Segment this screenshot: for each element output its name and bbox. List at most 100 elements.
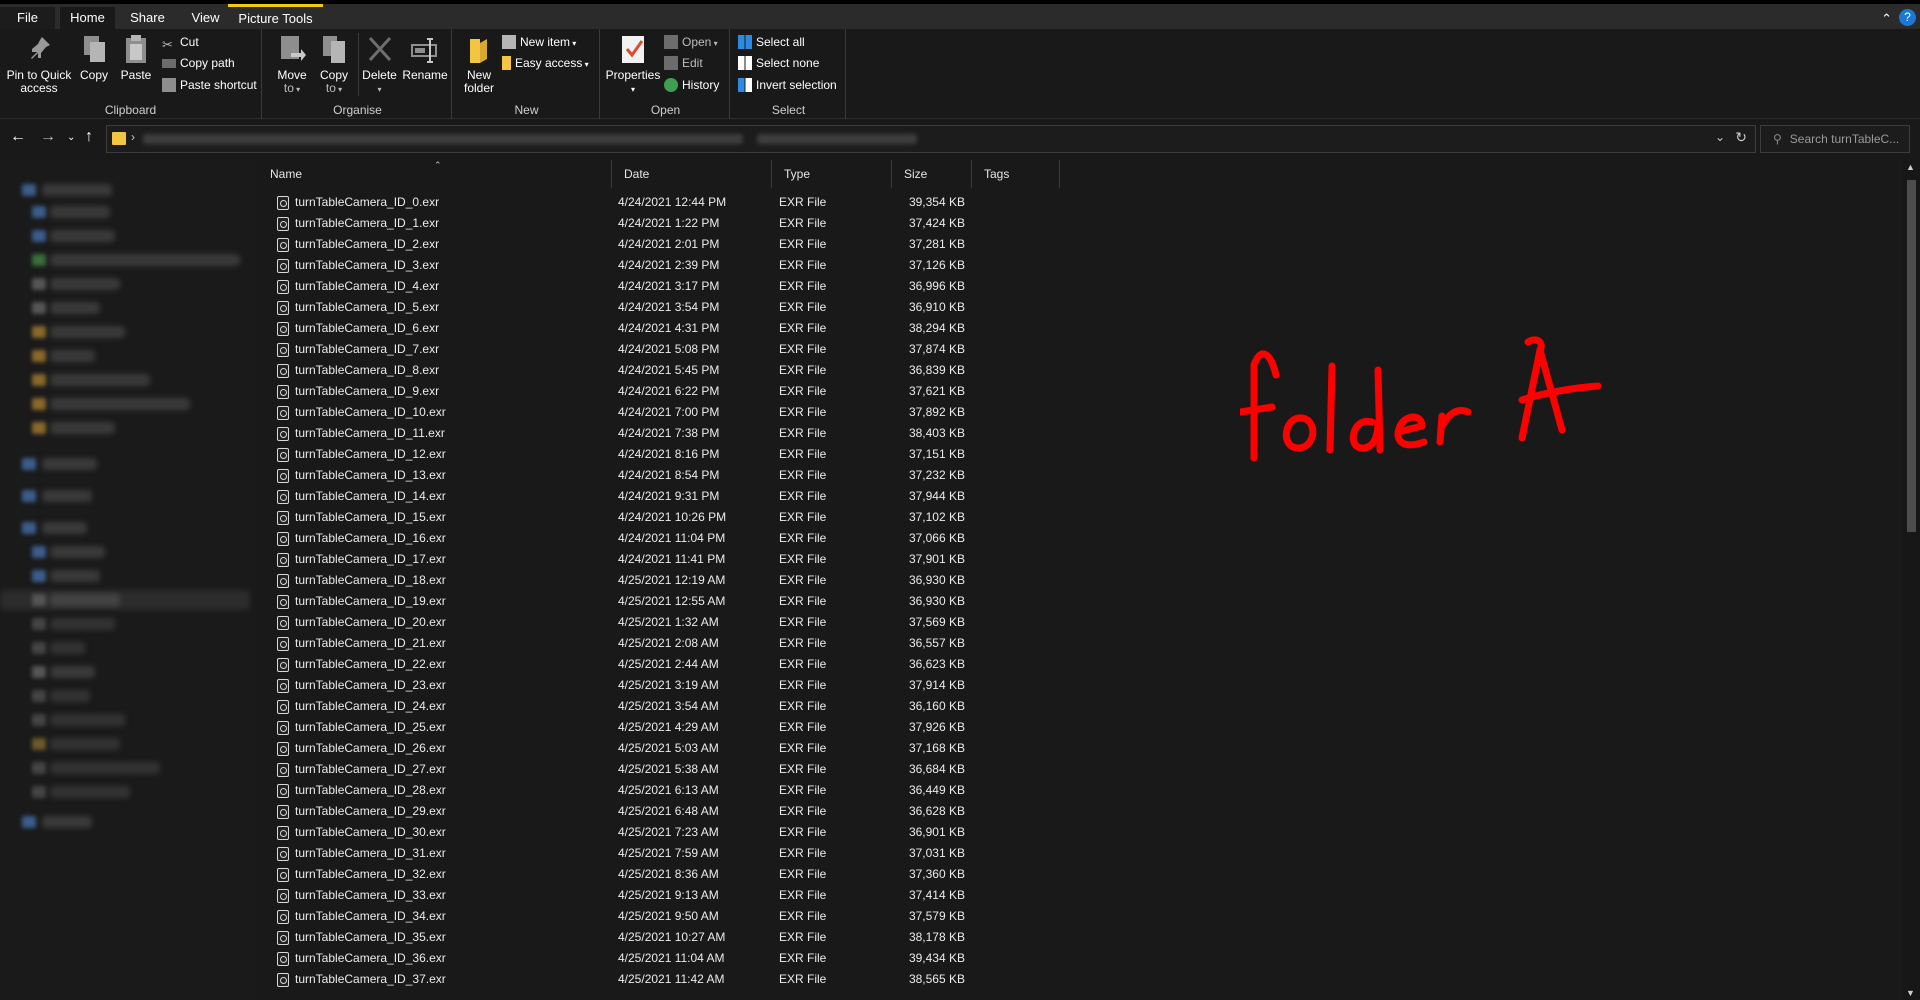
file-row[interactable]: turnTableCamera_ID_28.exr 4/25/2021 6:13 … — [258, 780, 1903, 801]
easy-access-button[interactable]: Easy access ▾ — [502, 54, 589, 72]
file-row[interactable]: turnTableCamera_ID_14.exr 4/24/2021 9:31 … — [258, 486, 1903, 507]
nav-item-obscured[interactable] — [50, 326, 125, 338]
copy-button[interactable]: Copy — [76, 33, 112, 82]
nav-item-obscured[interactable] — [42, 184, 112, 196]
file-row[interactable]: turnTableCamera_ID_22.exr 4/25/2021 2:44 … — [258, 654, 1903, 675]
nav-item-obscured[interactable] — [50, 666, 95, 678]
scroll-down-arrow-icon[interactable]: ▼ — [1906, 988, 1915, 998]
nav-item-obscured[interactable] — [50, 374, 150, 386]
file-row[interactable]: turnTableCamera_ID_19.exr 4/25/2021 12:55… — [258, 591, 1903, 612]
file-row[interactable]: turnTableCamera_ID_17.exr 4/24/2021 11:41… — [258, 549, 1903, 570]
file-row[interactable]: turnTableCamera_ID_7.exr 4/24/2021 5:08 P… — [258, 339, 1903, 360]
file-row[interactable]: turnTableCamera_ID_13.exr 4/24/2021 8:54 … — [258, 465, 1903, 486]
file-row[interactable]: turnTableCamera_ID_37.exr 4/25/2021 11:42… — [258, 969, 1903, 990]
nav-item-obscured[interactable] — [50, 254, 240, 266]
nav-item-obscured[interactable] — [50, 278, 120, 290]
vertical-scrollbar[interactable]: ▲ ▼ — [1903, 160, 1920, 1000]
file-row[interactable]: turnTableCamera_ID_5.exr 4/24/2021 3:54 P… — [258, 297, 1903, 318]
column-header-size[interactable]: Size — [892, 160, 972, 188]
file-row[interactable]: turnTableCamera_ID_32.exr 4/25/2021 8:36 … — [258, 864, 1903, 885]
address-dropdown-chevron-icon[interactable]: ⌄ — [1715, 130, 1725, 144]
nav-item-obscured[interactable] — [42, 490, 92, 502]
file-row[interactable]: turnTableCamera_ID_27.exr 4/25/2021 5:38 … — [258, 759, 1903, 780]
select-all-button[interactable]: Select all — [738, 33, 805, 51]
nav-item-obscured[interactable] — [50, 422, 115, 434]
tab-view[interactable]: View — [178, 7, 233, 29]
refresh-icon[interactable]: ↻ — [1735, 129, 1747, 146]
file-row[interactable]: turnTableCamera_ID_23.exr 4/25/2021 3:19 … — [258, 675, 1903, 696]
nav-item-obscured[interactable] — [50, 350, 95, 362]
new-item-button[interactable]: New item ▾ — [502, 33, 576, 51]
nav-item-obscured[interactable] — [50, 230, 115, 242]
nav-item-obscured[interactable] — [50, 546, 105, 558]
back-arrow-icon[interactable]: ← — [10, 128, 26, 146]
up-arrow-icon[interactable]: ↑ — [85, 128, 93, 146]
file-row[interactable]: turnTableCamera_ID_31.exr 4/25/2021 7:59 … — [258, 843, 1903, 864]
nav-item-obscured[interactable] — [50, 714, 125, 726]
scrollbar-thumb[interactable] — [1907, 180, 1916, 532]
nav-item-obscured[interactable] — [50, 594, 120, 606]
nav-item-obscured[interactable] — [50, 690, 90, 702]
tab-picture-tools[interactable]: Picture Tools — [228, 4, 323, 30]
paste-button[interactable]: Paste — [116, 33, 156, 82]
file-row[interactable]: turnTableCamera_ID_36.exr 4/25/2021 11:04… — [258, 948, 1903, 969]
pin-to-quick-access-button[interactable]: Pin to Quick access — [6, 33, 72, 95]
scroll-up-arrow-icon[interactable]: ▲ — [1906, 162, 1915, 172]
column-header-type[interactable]: Type — [772, 160, 892, 188]
invert-selection-button[interactable]: Invert selection — [738, 76, 837, 94]
file-row[interactable]: turnTableCamera_ID_11.exr 4/24/2021 7:38 … — [258, 423, 1903, 444]
file-row[interactable]: turnTableCamera_ID_20.exr 4/25/2021 1:32 … — [258, 612, 1903, 633]
file-row[interactable]: turnTableCamera_ID_1.exr 4/24/2021 1:22 P… — [258, 213, 1903, 234]
tab-file[interactable]: File — [0, 7, 55, 29]
file-row[interactable]: turnTableCamera_ID_0.exr 4/24/2021 12:44 … — [258, 192, 1903, 213]
nav-item-obscured[interactable] — [50, 618, 115, 630]
edit-button[interactable]: Edit — [664, 54, 703, 72]
tab-share[interactable]: Share — [120, 7, 175, 29]
file-row[interactable]: turnTableCamera_ID_2.exr 4/24/2021 2:01 P… — [258, 234, 1903, 255]
nav-item-obscured[interactable] — [50, 398, 190, 410]
file-row[interactable]: turnTableCamera_ID_15.exr 4/24/2021 10:26… — [258, 507, 1903, 528]
cut-button[interactable]: ✂ Cut — [162, 33, 199, 52]
file-row[interactable]: turnTableCamera_ID_30.exr 4/25/2021 7:23 … — [258, 822, 1903, 843]
file-row[interactable]: turnTableCamera_ID_8.exr 4/24/2021 5:45 P… — [258, 360, 1903, 381]
file-row[interactable]: turnTableCamera_ID_16.exr 4/24/2021 11:04… — [258, 528, 1903, 549]
nav-item-obscured[interactable] — [42, 816, 92, 828]
file-row[interactable]: turnTableCamera_ID_3.exr 4/24/2021 2:39 P… — [258, 255, 1903, 276]
file-row[interactable]: turnTableCamera_ID_12.exr 4/24/2021 8:16 … — [258, 444, 1903, 465]
move-to-button[interactable]: Move to ▾ — [272, 33, 312, 96]
properties-button[interactable]: Properties ▾ — [604, 33, 662, 96]
file-row[interactable]: turnTableCamera_ID_29.exr 4/25/2021 6:48 … — [258, 801, 1903, 822]
history-button[interactable]: History — [664, 76, 719, 94]
collapse-ribbon-icon[interactable]: ⌃ — [1881, 11, 1892, 27]
paste-shortcut-button[interactable]: Paste shortcut — [162, 76, 257, 94]
help-icon[interactable]: ? — [1899, 9, 1916, 26]
file-row[interactable]: turnTableCamera_ID_33.exr 4/25/2021 9:13 … — [258, 885, 1903, 906]
nav-item-obscured[interactable] — [42, 522, 87, 534]
nav-item-obscured[interactable] — [50, 642, 85, 654]
nav-item-obscured[interactable] — [50, 570, 100, 582]
address-bar[interactable]: › ⌄ ↻ — [106, 125, 1756, 153]
nav-item-obscured[interactable] — [50, 206, 110, 218]
recent-locations-chevron-icon[interactable]: ⌄ — [67, 132, 75, 143]
file-row[interactable]: turnTableCamera_ID_21.exr 4/25/2021 2:08 … — [258, 633, 1903, 654]
nav-item-obscured[interactable] — [50, 786, 130, 798]
file-row[interactable]: turnTableCamera_ID_25.exr 4/25/2021 4:29 … — [258, 717, 1903, 738]
forward-arrow-icon[interactable]: → — [40, 128, 56, 146]
file-row[interactable]: turnTableCamera_ID_26.exr 4/25/2021 5:03 … — [258, 738, 1903, 759]
nav-item-obscured[interactable] — [50, 738, 120, 750]
file-row[interactable]: turnTableCamera_ID_24.exr 4/25/2021 3:54 … — [258, 696, 1903, 717]
new-folder-button[interactable]: New folder — [458, 33, 500, 95]
file-row[interactable]: turnTableCamera_ID_6.exr 4/24/2021 4:31 P… — [258, 318, 1903, 339]
nav-item-obscured[interactable] — [50, 762, 160, 774]
select-none-button[interactable]: Select none — [738, 54, 819, 72]
copy-path-button[interactable]: Copy path — [162, 54, 235, 72]
nav-item-obscured[interactable] — [42, 458, 97, 470]
column-header-date[interactable]: Date — [612, 160, 772, 188]
file-row[interactable]: turnTableCamera_ID_4.exr 4/24/2021 3:17 P… — [258, 276, 1903, 297]
rename-button[interactable]: Rename — [402, 33, 448, 82]
column-header-tags[interactable]: Tags — [972, 160, 1060, 188]
open-button[interactable]: Open ▾ — [664, 33, 718, 51]
nav-item-obscured[interactable] — [50, 302, 100, 314]
file-row[interactable]: turnTableCamera_ID_34.exr 4/25/2021 9:50 … — [258, 906, 1903, 927]
file-row[interactable]: turnTableCamera_ID_35.exr 4/25/2021 10:27… — [258, 927, 1903, 948]
